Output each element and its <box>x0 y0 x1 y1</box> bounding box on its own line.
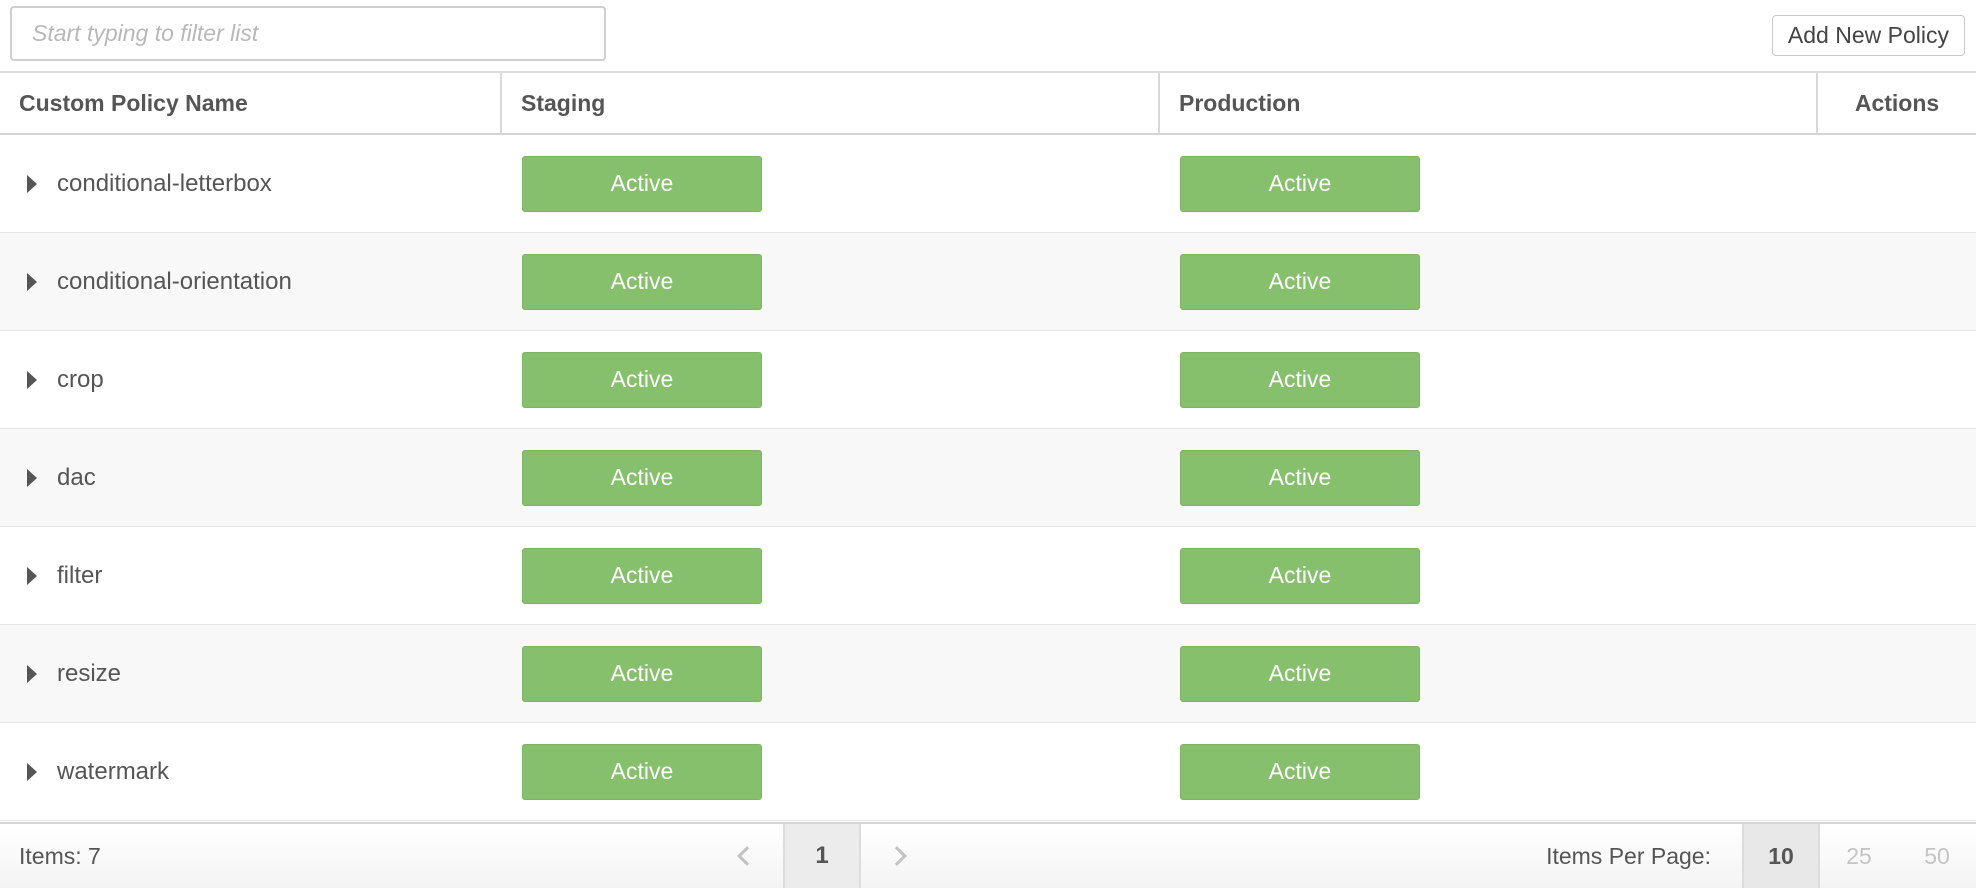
production-status-badge[interactable]: Active <box>1180 645 1420 702</box>
staging-status-badge[interactable]: Active <box>522 351 762 408</box>
policy-name: crop <box>57 365 104 393</box>
header-custom-policy-name: Custom Policy Name <box>0 73 502 133</box>
header-actions: Actions <box>1854 89 1940 116</box>
header-production: Production <box>1160 73 1818 133</box>
production-status-badge[interactable]: Active <box>1180 547 1420 604</box>
table-body: conditional-letterbox Active Active cond… <box>0 135 1976 821</box>
expand-caret-icon[interactable] <box>27 762 37 781</box>
expand-caret-icon[interactable] <box>27 468 37 487</box>
policy-name-cell[interactable]: crop <box>0 366 502 394</box>
table-footer: Items: 7 1 Items Per Page: 10 25 50 <box>0 822 1976 888</box>
table-header: Custom Policy Name Staging Production Ac… <box>0 71 1976 135</box>
chevron-right-icon <box>887 846 907 866</box>
per-page-option-25[interactable]: 25 <box>1820 824 1898 888</box>
per-page-option-50[interactable]: 50 <box>1898 824 1976 888</box>
table-row: crop Active Active <box>0 331 1976 429</box>
items-count: Items: 7 <box>19 842 101 869</box>
staging-status-badge[interactable]: Active <box>522 547 762 604</box>
production-status-badge[interactable]: Active <box>1180 253 1420 310</box>
next-page-button[interactable] <box>861 824 939 888</box>
per-page-option-10[interactable]: 10 <box>1742 824 1820 888</box>
chevron-left-icon <box>737 846 757 866</box>
staging-status-badge[interactable]: Active <box>522 645 762 702</box>
table-row: resize Active Active <box>0 625 1976 723</box>
staging-status-badge[interactable]: Active <box>522 155 762 212</box>
expand-caret-icon[interactable] <box>27 566 37 585</box>
policy-name-cell[interactable]: dac <box>0 464 502 492</box>
table-row: conditional-orientation Active Active <box>0 233 1976 331</box>
production-status-badge[interactable]: Active <box>1180 743 1420 800</box>
policy-name: filter <box>57 561 103 589</box>
production-status-badge[interactable]: Active <box>1180 351 1420 408</box>
policy-table: Custom Policy Name Staging Production Ac… <box>0 71 1976 821</box>
filter-input[interactable] <box>10 6 606 61</box>
items-per-page-options: 10 25 50 <box>1742 824 1976 888</box>
page-number-current[interactable]: 1 <box>783 824 861 888</box>
policy-name-cell[interactable]: watermark <box>0 758 502 786</box>
policy-name: resize <box>57 659 122 687</box>
policy-name-cell[interactable]: resize <box>0 660 502 688</box>
policy-name: watermark <box>57 757 170 785</box>
staging-status-badge[interactable]: Active <box>522 449 762 506</box>
table-row: filter Active Active <box>0 527 1976 625</box>
add-new-policy-button[interactable]: Add New Policy <box>1771 15 1965 56</box>
header-staging: Staging <box>502 73 1160 133</box>
pagination: 1 <box>705 824 939 888</box>
table-row: dac Active Active <box>0 429 1976 527</box>
table-row: conditional-letterbox Active Active <box>0 135 1976 233</box>
policy-name-cell[interactable]: filter <box>0 562 502 590</box>
policy-name-cell[interactable]: conditional-letterbox <box>0 170 502 198</box>
policy-name: dac <box>57 463 96 491</box>
expand-caret-icon[interactable] <box>27 272 37 291</box>
expand-caret-icon[interactable] <box>27 664 37 683</box>
production-status-badge[interactable]: Active <box>1180 449 1420 506</box>
expand-caret-icon[interactable] <box>27 370 37 389</box>
policy-name-cell[interactable]: conditional-orientation <box>0 268 502 296</box>
staging-status-badge[interactable]: Active <box>522 743 762 800</box>
expand-caret-icon[interactable] <box>27 174 37 193</box>
policy-name: conditional-letterbox <box>57 169 272 197</box>
toolbar: Add New Policy <box>0 0 1976 72</box>
items-per-page-label: Items Per Page: <box>1546 842 1711 869</box>
production-status-badge[interactable]: Active <box>1180 155 1420 212</box>
previous-page-button[interactable] <box>705 824 783 888</box>
table-row: watermark Active Active <box>0 723 1976 821</box>
policy-name: conditional-orientation <box>57 267 292 295</box>
staging-status-badge[interactable]: Active <box>522 253 762 310</box>
